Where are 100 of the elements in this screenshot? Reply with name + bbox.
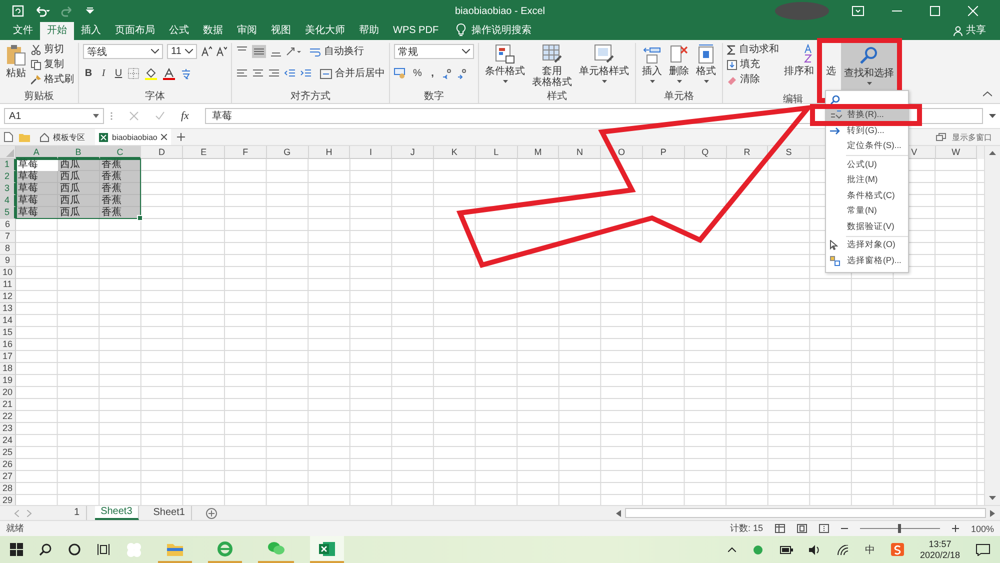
font-size-field[interactable]: 11 (167, 44, 197, 59)
border-icon[interactable] (128, 68, 140, 79)
underline-button[interactable]: U (113, 68, 124, 79)
row-header[interactable]: 6 (0, 219, 16, 231)
scroll-right-icon[interactable] (990, 510, 995, 516)
column-header[interactable]: J (392, 146, 434, 159)
row-header[interactable]: 24 (0, 435, 16, 447)
row-header[interactable]: 21 (0, 399, 16, 411)
increase-decimal-icon[interactable] (442, 68, 453, 79)
column-header[interactable]: N (559, 146, 602, 159)
autosum-button[interactable]: 自动求和 (727, 43, 779, 56)
expand-caret-icon[interactable] (989, 114, 996, 118)
customize-caret-icon[interactable] (86, 7, 94, 15)
format-as-table-button[interactable]: 套用 表格格式 (530, 43, 574, 89)
comma-button[interactable]: , (427, 68, 438, 79)
ribbon-tab[interactable]: 视图 (264, 22, 298, 40)
row-header[interactable]: 18 (0, 363, 16, 375)
windows-logo-icon[interactable] (10, 543, 23, 556)
ribbon-tab[interactable]: 审阅 (230, 22, 264, 40)
close-icon[interactable] (161, 134, 168, 140)
row-header[interactable]: 16 (0, 339, 16, 351)
column-header[interactable]: F (224, 146, 267, 159)
row-header[interactable]: 23 (0, 423, 16, 435)
tell-me-search[interactable]: 操作说明搜索 (472, 22, 532, 40)
add-sheet-icon[interactable] (206, 508, 217, 518)
menu-item[interactable]: 数据验证(V) (826, 219, 908, 234)
row-header[interactable]: 5 (0, 207, 16, 219)
column-header[interactable]: Q (684, 146, 727, 159)
font-color-icon[interactable] (162, 68, 176, 80)
ribbon-tab[interactable]: 开始 (40, 22, 74, 40)
taskbar-app[interactable] (310, 536, 344, 563)
ribbon-tab[interactable]: 美化大师 (298, 22, 352, 40)
format-painter-button[interactable]: 格式刷 (31, 73, 74, 86)
menu-item[interactable]: 常量(N) (826, 204, 908, 219)
row-header[interactable]: 27 (0, 471, 16, 483)
copy-button[interactable]: 复制 (31, 58, 74, 71)
row-header[interactable]: 29 (0, 495, 16, 505)
fill-button[interactable]: 填充 (727, 58, 779, 71)
fill-color-icon[interactable] (144, 68, 158, 80)
number-format-field[interactable]: 常规 (394, 44, 474, 59)
wrap-text-button[interactable]: 自动换行 (310, 45, 364, 58)
ribbon-display-icon[interactable] (852, 6, 864, 16)
row-header[interactable]: 4 (0, 195, 16, 207)
menu-item[interactable]: 选择对象(O) (826, 238, 908, 253)
column-header[interactable]: H (308, 146, 350, 159)
share-button[interactable]: 共享 (966, 22, 986, 40)
decrease-indent-icon[interactable] (284, 68, 296, 79)
phonetic-icon[interactable] (180, 68, 192, 80)
autosave-icon[interactable] (12, 5, 24, 17)
ribbon-tab[interactable]: 插入 (74, 22, 108, 40)
decrease-decimal-icon[interactable] (457, 68, 468, 79)
column-header[interactable]: M (518, 146, 560, 159)
bold-button[interactable]: B (83, 68, 94, 79)
zoom-in-icon[interactable] (952, 525, 959, 532)
volume-icon[interactable] (808, 544, 821, 554)
ribbon-tab[interactable]: 页面布局 (108, 22, 162, 40)
row-header[interactable]: 13 (0, 303, 16, 315)
sheet-tab[interactable]: Sheet3 (94, 506, 140, 520)
scroll-left-icon[interactable] (616, 510, 621, 516)
align-center-icon[interactable] (252, 68, 264, 79)
row-header[interactable]: 11 (0, 279, 16, 291)
row-header[interactable]: 28 (0, 483, 16, 495)
menu-item[interactable]: 选择窗格(P)... (826, 253, 908, 268)
currency-icon[interactable] (394, 68, 408, 79)
cell-styles-button[interactable]: 单元格样式 (577, 43, 631, 84)
task-view-icon[interactable] (97, 543, 110, 556)
paste-button[interactable]: 粘贴 (4, 43, 28, 80)
percent-button[interactable]: % (412, 68, 423, 79)
wifi-icon[interactable] (836, 544, 849, 554)
zoom-out-icon[interactable] (840, 525, 848, 532)
row-header[interactable]: 3 (0, 183, 16, 195)
scroll-down-icon[interactable] (989, 496, 996, 501)
column-header[interactable]: L (476, 146, 518, 159)
format-cells-button[interactable]: 格式 (694, 43, 718, 84)
grow-font-icon[interactable] (201, 46, 212, 57)
row-header[interactable]: 12 (0, 291, 16, 303)
name-box[interactable]: A1 (4, 108, 104, 124)
row-header[interactable]: 19 (0, 375, 16, 387)
orientation-icon[interactable] (286, 46, 302, 57)
ribbon-tab[interactable]: 文件 (6, 22, 40, 40)
column-header[interactable]: B (58, 146, 100, 159)
column-header[interactable]: G (266, 146, 309, 159)
cortana-icon[interactable] (68, 543, 81, 556)
column-header[interactable]: A (16, 146, 58, 159)
ribbon-tab[interactable]: 数据 (196, 22, 230, 40)
clock[interactable]: 13:57 2020/2/18 (920, 538, 960, 560)
row-header[interactable]: 26 (0, 459, 16, 471)
row-header[interactable]: 7 (0, 231, 16, 243)
row-header[interactable]: 17 (0, 351, 16, 363)
row-header[interactable]: 25 (0, 447, 16, 459)
battery-icon[interactable] (780, 546, 793, 554)
increase-indent-icon[interactable] (300, 68, 312, 79)
menu-item[interactable]: 转到(G)... (826, 123, 908, 138)
row-header[interactable]: 10 (0, 267, 16, 279)
zoom-level[interactable]: 100% (970, 524, 994, 534)
document-tab[interactable]: 模板专区 (36, 129, 89, 145)
find-select-button[interactable]: 查找和选择 (841, 43, 897, 93)
document-tab[interactable]: biaobiaobiao (95, 129, 172, 145)
row-header[interactable]: 1 (0, 159, 16, 171)
notification-icon[interactable] (976, 544, 990, 556)
